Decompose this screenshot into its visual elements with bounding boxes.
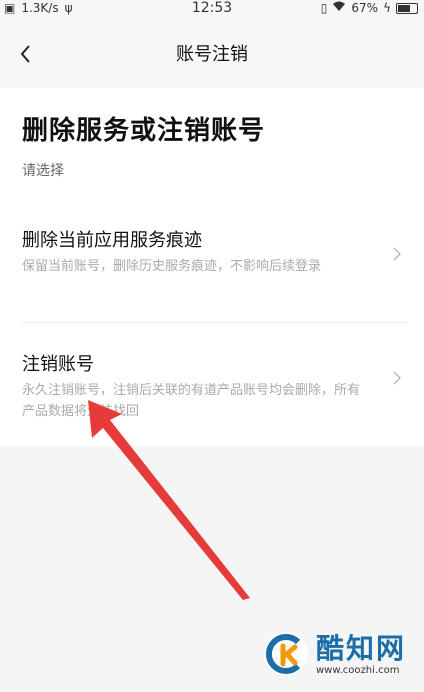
arrow-shape: [88, 400, 250, 600]
coozhi-logo: [264, 632, 308, 676]
watermark-name: 酷知网: [316, 631, 407, 665]
watermark-text: 酷知网 www.coozhi.com: [316, 631, 407, 676]
watermark: 酷知网 www.coozhi.com: [262, 630, 406, 678]
watermark-url: www.coozhi.com: [316, 664, 400, 676]
annotation-arrow: [88, 400, 250, 600]
